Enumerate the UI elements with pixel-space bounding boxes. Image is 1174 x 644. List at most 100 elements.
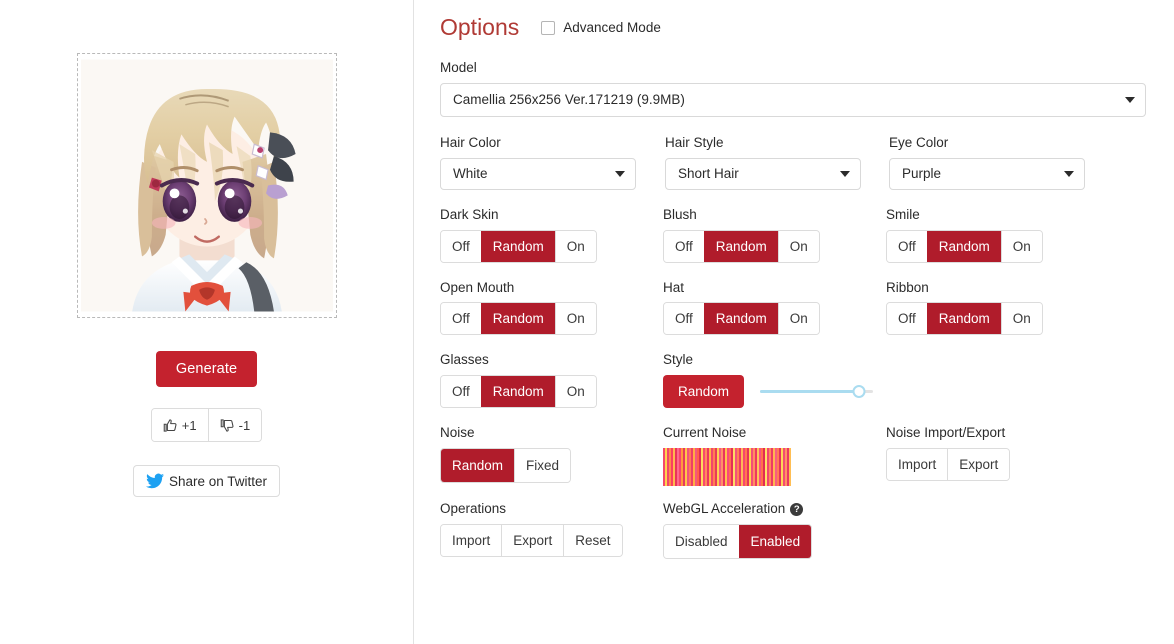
eye-color-select[interactable]: Purple — [889, 157, 1085, 190]
share-on-twitter-button[interactable]: Share on Twitter — [132, 465, 281, 497]
toggle-row-2: Open Mouth Off Random On Hat Off Random … — [440, 279, 1146, 336]
hat-off[interactable]: Off — [664, 303, 704, 335]
glasses-off[interactable]: Off — [441, 376, 481, 408]
ribbon-label: Ribbon — [886, 279, 929, 295]
options-header: Options Advanced Mode — [440, 16, 1146, 39]
current-noise-field: Current Noise — [663, 425, 886, 487]
ribbon-off[interactable]: Off — [887, 303, 927, 335]
hat-field: Hat Off Random On — [663, 279, 886, 336]
smile-random[interactable]: Random — [926, 230, 1001, 262]
advanced-mode-toggle[interactable]: Advanced Mode — [541, 20, 661, 35]
ribbon-field: Ribbon Off Random On — [886, 279, 1109, 336]
operations-row: Operations Import Export Reset WebGL Acc… — [440, 501, 1146, 559]
chevron-down-icon — [1125, 96, 1135, 103]
slider-handle[interactable] — [852, 385, 866, 399]
toggle-row-1: Dark Skin Off Random On Blush Off Random… — [440, 206, 1146, 263]
smile-field: Smile Off Random On — [886, 206, 1109, 263]
glasses-field: Glasses Off Random On — [440, 352, 663, 409]
chevron-down-icon — [840, 170, 850, 177]
noise-random[interactable]: Random — [441, 449, 515, 483]
noise-export-button[interactable]: Export — [947, 449, 1010, 481]
style-slider[interactable] — [760, 385, 874, 399]
hair-style-field: Hair Style Short Hair — [665, 134, 888, 190]
open-mouth-random[interactable]: Random — [480, 303, 555, 335]
ribbon-on[interactable]: On — [1000, 303, 1042, 335]
noise-io-label: Noise Import/Export — [886, 425, 1006, 441]
open-mouth-label: Open Mouth — [440, 279, 515, 295]
app-root: Generate +1 -1 Share on Twitter Options … — [0, 0, 1174, 644]
style-random-button[interactable]: Random — [663, 375, 745, 409]
glasses-label: Glasses — [440, 352, 489, 368]
hair-style-select[interactable]: Short Hair — [665, 157, 861, 190]
noise-io-field: Noise Import/Export Import Export — [886, 425, 1109, 486]
smile-label: Smile — [886, 206, 920, 222]
slider-fill — [760, 390, 860, 394]
preview-panel: Generate +1 -1 Share on Twitter — [0, 0, 414, 644]
generate-button[interactable]: Generate — [156, 351, 257, 387]
chevron-down-icon — [615, 170, 625, 177]
operations-reset-button[interactable]: Reset — [563, 524, 622, 556]
noise-toggle: Random Fixed — [440, 448, 572, 484]
hat-random[interactable]: Random — [703, 303, 778, 335]
vote-button-group: +1 -1 — [150, 408, 263, 442]
noise-import-button[interactable]: Import — [887, 449, 948, 481]
glasses-random[interactable]: Random — [480, 376, 555, 408]
noise-stripe — [789, 448, 791, 487]
blush-off[interactable]: Off — [664, 230, 704, 262]
blush-label: Blush — [663, 206, 697, 222]
vote-down-button[interactable]: -1 — [207, 409, 262, 441]
toggle-row-3: Glasses Off Random On Style Random — [440, 352, 1146, 409]
operations-import-button[interactable]: Import — [441, 524, 502, 556]
smile-off[interactable]: Off — [887, 230, 927, 262]
ribbon-toggle: Off Random On — [886, 302, 1043, 336]
open-mouth-off[interactable]: Off — [441, 303, 481, 335]
vote-down-label: -1 — [238, 417, 251, 433]
help-circle-icon[interactable]: ? — [790, 502, 804, 516]
hair-style-value: Short Hair — [678, 166, 739, 182]
ribbon-random[interactable]: Random — [926, 303, 1001, 335]
dark-skin-label: Dark Skin — [440, 206, 499, 222]
style-controls: Random — [663, 375, 886, 409]
open-mouth-field: Open Mouth Off Random On — [440, 279, 663, 336]
options-title: Options — [440, 14, 520, 40]
webgl-label-wrap: WebGL Acceleration ? — [663, 501, 886, 517]
operations-field: Operations Import Export Reset — [440, 501, 663, 559]
hair-style-label: Hair Style — [665, 134, 724, 150]
advanced-mode-label: Advanced Mode — [563, 20, 661, 35]
blush-toggle: Off Random On — [663, 229, 820, 263]
current-noise-preview — [663, 448, 791, 487]
hair-color-select[interactable]: White — [440, 157, 636, 190]
webgl-enabled[interactable]: Enabled — [738, 524, 812, 558]
open-mouth-on[interactable]: On — [554, 303, 596, 335]
hat-on[interactable]: On — [777, 303, 819, 335]
vote-up-button[interactable]: +1 — [151, 409, 208, 441]
advanced-mode-checkbox[interactable] — [541, 20, 556, 35]
operations-buttons: Import Export Reset — [440, 523, 623, 557]
model-label: Model — [440, 60, 477, 75]
dark-skin-field: Dark Skin Off Random On — [440, 206, 663, 263]
dark-skin-off[interactable]: Off — [441, 230, 481, 262]
webgl-disabled[interactable]: Disabled — [664, 524, 739, 558]
dark-skin-on[interactable]: On — [554, 230, 596, 262]
hair-color-field: Hair Color White — [440, 134, 663, 190]
glasses-toggle: Off Random On — [440, 375, 597, 409]
webgl-field: WebGL Acceleration ? Disabled Enabled — [663, 501, 886, 559]
thumbs-up-icon — [163, 418, 177, 432]
webgl-label: WebGL Acceleration — [663, 501, 786, 517]
chevron-down-icon — [1064, 170, 1074, 177]
smile-on[interactable]: On — [1000, 230, 1042, 262]
blush-random[interactable]: Random — [703, 230, 778, 262]
blush-on[interactable]: On — [777, 230, 819, 262]
eye-color-value: Purple — [902, 166, 942, 182]
generated-image-frame[interactable] — [76, 53, 337, 318]
hat-label: Hat — [663, 279, 685, 295]
noise-row: Noise Random Fixed Current Noise Noise I… — [440, 425, 1146, 487]
model-select[interactable]: Camellia 256x256 Ver.171219 (9.9MB) — [440, 82, 1146, 117]
dark-skin-toggle: Off Random On — [440, 229, 597, 263]
glasses-on[interactable]: On — [554, 376, 596, 408]
operations-export-button[interactable]: Export — [501, 524, 564, 556]
vote-up-label: +1 — [181, 417, 197, 433]
noise-fixed[interactable]: Fixed — [514, 449, 571, 483]
dark-skin-random[interactable]: Random — [480, 230, 555, 262]
hair-color-label: Hair Color — [440, 134, 501, 150]
